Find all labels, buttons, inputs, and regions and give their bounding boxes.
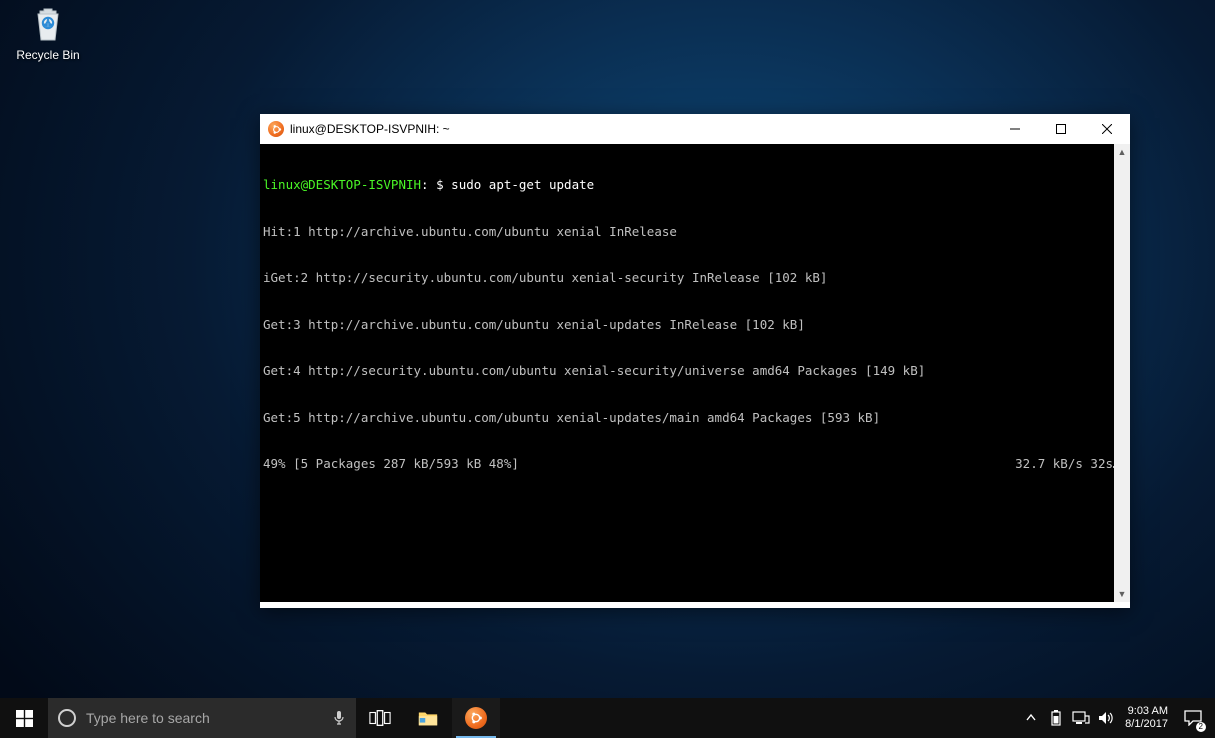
prompt-separator: :: [421, 177, 429, 192]
close-button[interactable]: [1084, 114, 1130, 144]
scroll-up-icon[interactable]: ▲: [1114, 144, 1130, 160]
action-center-button[interactable]: 2: [1175, 698, 1211, 738]
clock-time: 9:03 AM: [1128, 705, 1168, 718]
start-button[interactable]: [0, 698, 48, 738]
file-explorer-icon: [417, 707, 439, 729]
scroll-down-icon[interactable]: ▼: [1114, 586, 1130, 602]
taskbar-ubuntu-terminal[interactable]: [452, 698, 500, 738]
scroll-track[interactable]: [1114, 160, 1130, 586]
windows-logo-icon: [16, 710, 33, 727]
taskbar-file-explorer[interactable]: [404, 698, 452, 738]
ubuntu-icon: [465, 707, 487, 729]
battery-icon[interactable]: [1044, 698, 1068, 738]
terminal-output-line: iGet:2 http://security.ubuntu.com/ubuntu…: [263, 270, 1121, 286]
volume-icon[interactable]: [1094, 698, 1118, 738]
desktop-icon-recycle-bin[interactable]: Recycle Bin: [10, 4, 86, 62]
window-titlebar[interactable]: linux@DESKTOP-ISVPNIH: ~: [260, 114, 1130, 144]
taskbar: 9:03 AM 8/1/2017 2: [0, 698, 1215, 738]
maximize-button[interactable]: [1038, 114, 1084, 144]
terminal-output-line: Hit:1 http://archive.ubuntu.com/ubuntu x…: [263, 224, 1121, 240]
command-text: sudo apt-get update: [451, 177, 594, 192]
terminal-output-line: Get:3 http://archive.ubuntu.com/ubuntu x…: [263, 317, 1121, 333]
ubuntu-icon: [268, 121, 284, 137]
desktop-icon-label: Recycle Bin: [16, 48, 79, 62]
minimize-button[interactable]: [992, 114, 1038, 144]
progress-right: 32.7 kB/s 32s: [1015, 456, 1113, 471]
progress-left: 49% [5 Packages 287 kB/593 kB 48%]: [263, 456, 519, 471]
scrollbar[interactable]: ▲ ▼: [1114, 144, 1130, 602]
tray-clock[interactable]: 9:03 AM 8/1/2017: [1119, 705, 1174, 731]
search-input[interactable]: [86, 710, 322, 726]
notification-badge: 2: [1196, 722, 1206, 732]
terminal-body[interactable]: linux@DESKTOP-ISVPNIH: $ sudo apt-get up…: [260, 144, 1124, 602]
system-tray: 9:03 AM 8/1/2017 2: [1019, 698, 1215, 738]
network-icon[interactable]: [1069, 698, 1093, 738]
microphone-icon[interactable]: [332, 710, 346, 726]
tray-overflow-button[interactable]: [1019, 698, 1043, 738]
window-title: linux@DESKTOP-ISVPNIH: ~: [290, 122, 450, 136]
task-view-icon: [369, 707, 391, 729]
terminal-content: linux@DESKTOP-ISVPNIH: $ sudo apt-get up…: [260, 144, 1124, 602]
prompt-dollar: $: [436, 177, 444, 192]
prompt-user-host: linux@DESKTOP-ISVPNIH: [263, 177, 421, 192]
terminal-output-line: Get:5 http://archive.ubuntu.com/ubuntu x…: [263, 410, 1121, 426]
clock-date: 8/1/2017: [1125, 718, 1168, 731]
terminal-output-line: Get:4 http://security.ubuntu.com/ubuntu …: [263, 363, 1121, 379]
task-view-button[interactable]: [356, 698, 404, 738]
recycle-bin-icon: [28, 4, 68, 44]
terminal-window: linux@DESKTOP-ISVPNIH: ~ linux@DESKTOP-I…: [260, 114, 1130, 608]
search-box[interactable]: [48, 698, 356, 738]
cortana-circle-icon: [58, 709, 76, 727]
